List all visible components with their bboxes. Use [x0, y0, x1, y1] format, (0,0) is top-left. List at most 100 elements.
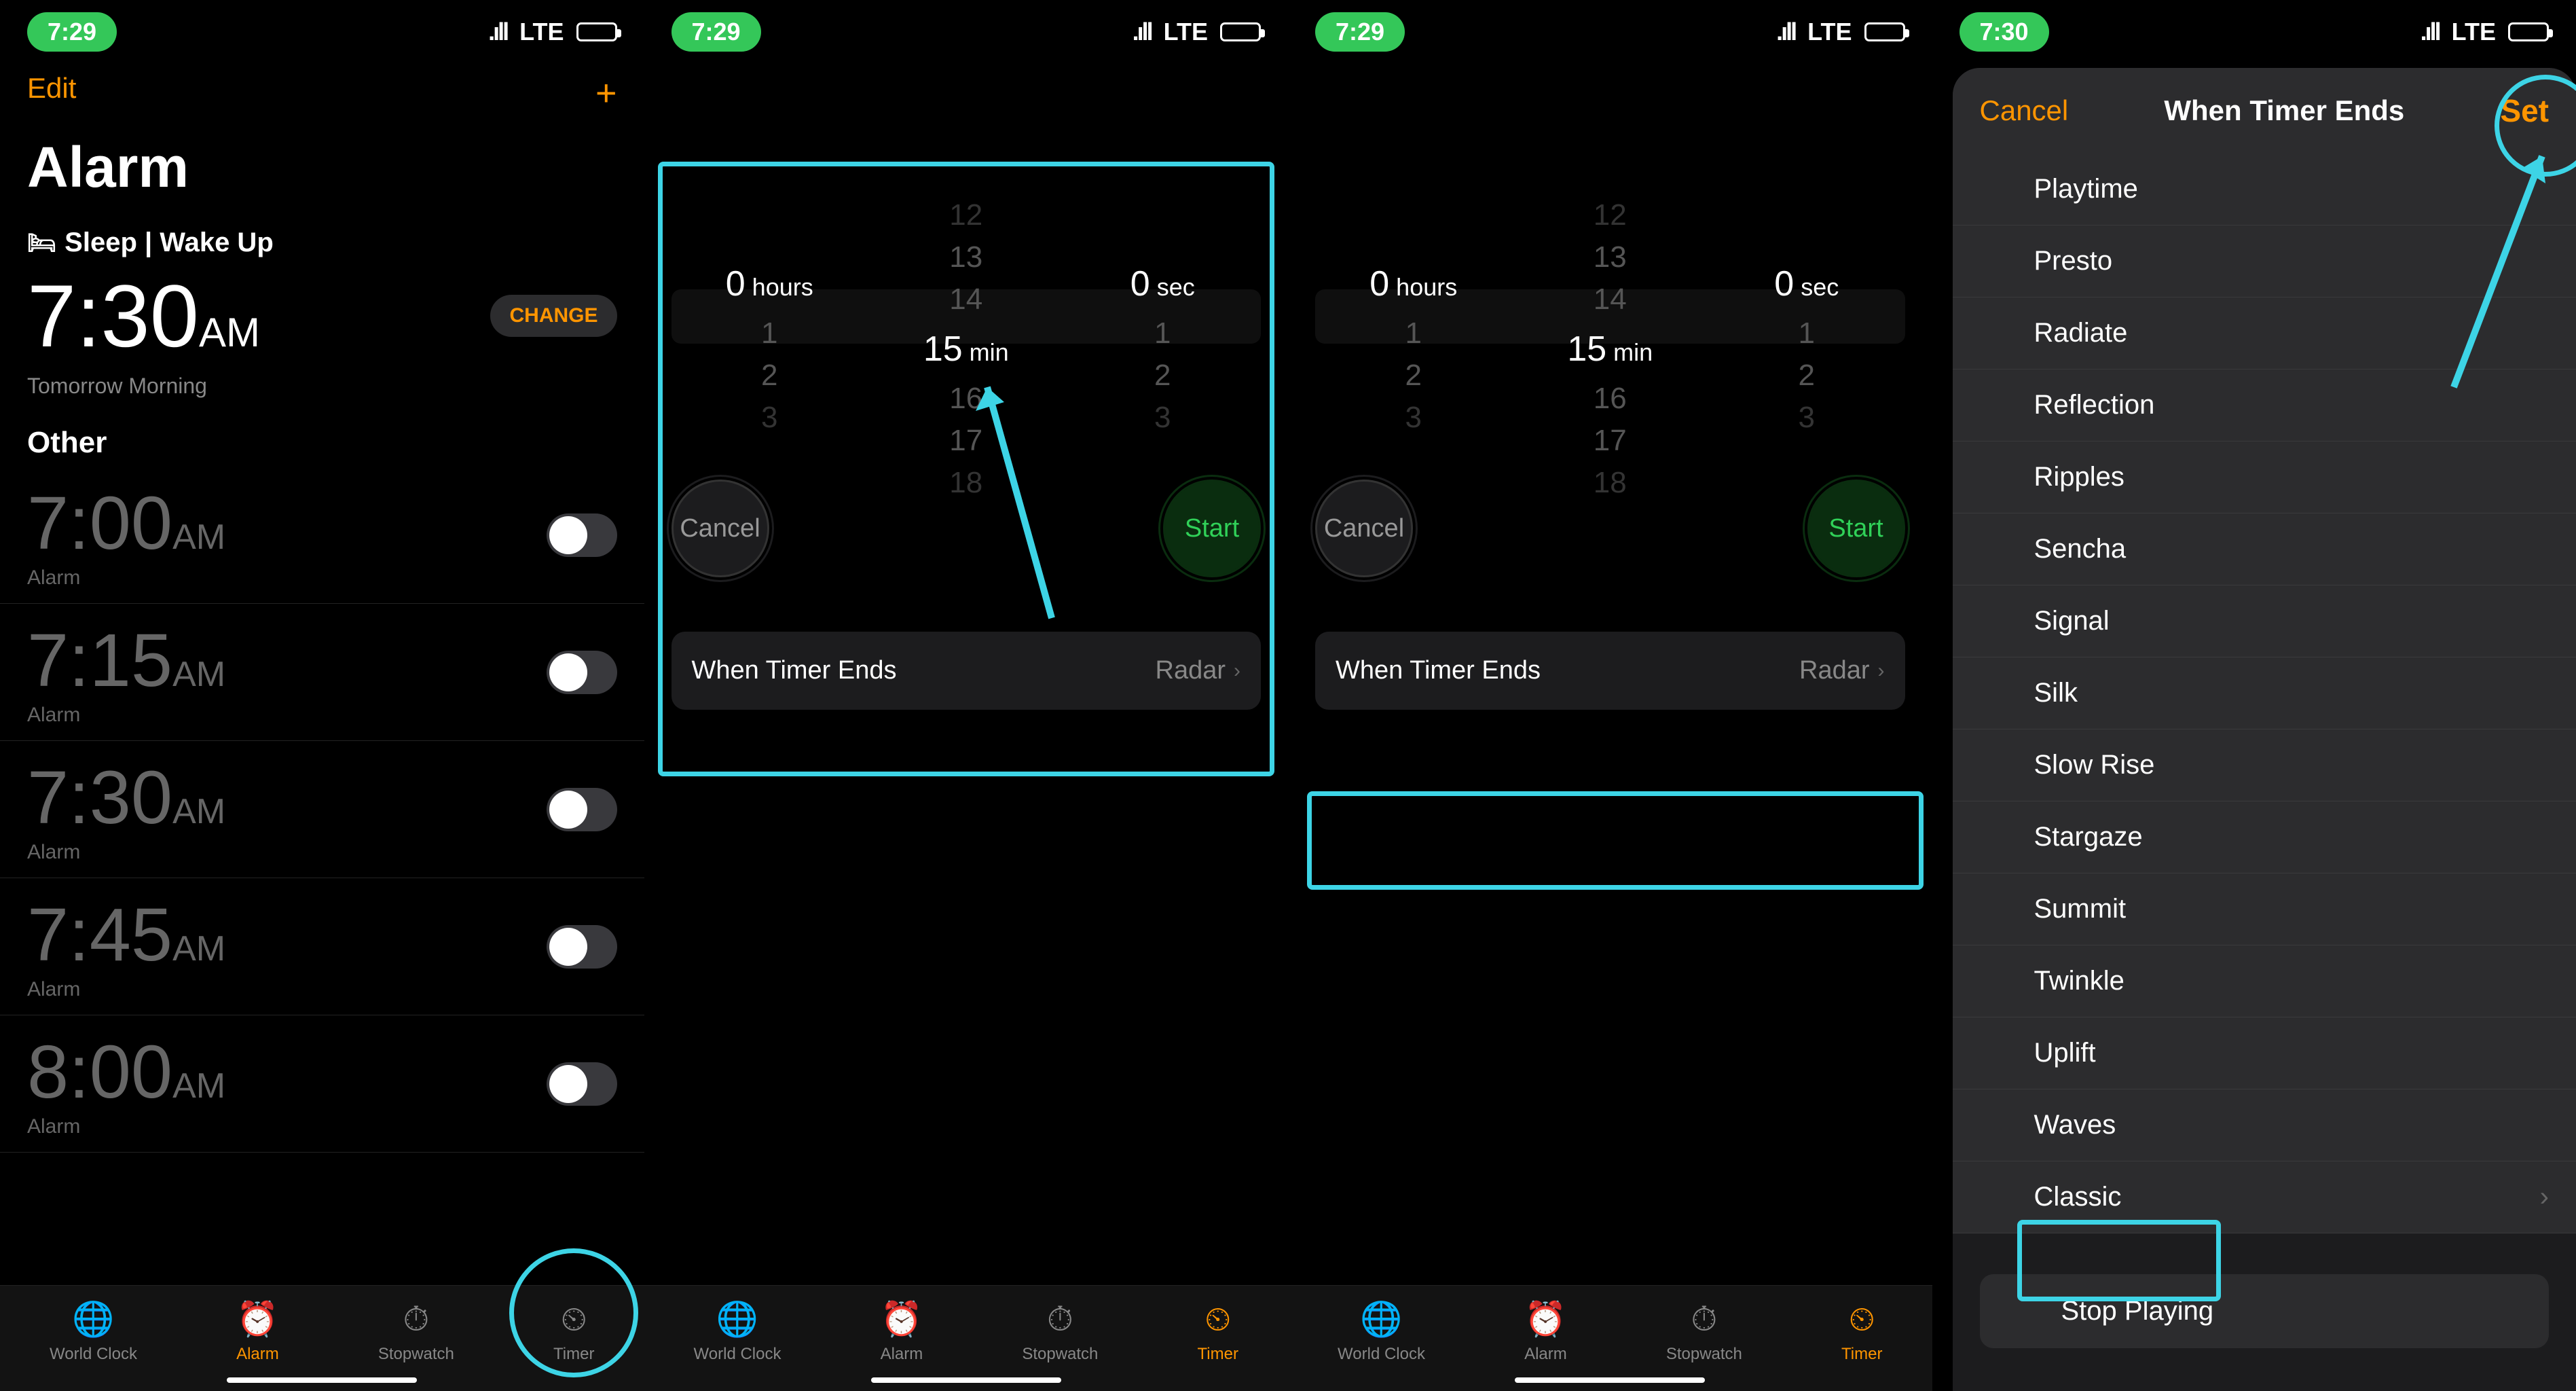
status-time-pill: 7:29 — [1315, 12, 1405, 52]
chevron-right-icon: › — [1878, 660, 1885, 683]
network-label: LTE — [1807, 18, 1852, 46]
picker-minutes-col[interactable]: 12 13 14 15min 16 17 18 — [1513, 194, 1708, 439]
sound-item[interactable]: Uplift — [1953, 1017, 2576, 1089]
timer-picker[interactable]: 0hours 1 2 3 12 13 14 15min 16 17 18 0se… — [644, 58, 1289, 577]
tab-bar: 🌐World Clock ⏰Alarm ⏱Stopwatch ⏲Timer — [1288, 1285, 1932, 1391]
tab-world-clock[interactable]: 🌐World Clock — [50, 1299, 137, 1364]
screen-alarm: 7:29 .ıll LTE Edit + Alarm 🛏 Sleep | Wak… — [0, 0, 644, 1391]
page-title: Alarm — [0, 128, 644, 214]
bed-icon: 🛏 — [27, 230, 56, 257]
sound-item[interactable]: Summit — [1953, 873, 2576, 945]
start-button[interactable]: Start — [1163, 480, 1261, 577]
wake-ampm: AM — [199, 309, 260, 356]
sound-item[interactable]: Presto — [1953, 225, 2576, 297]
sleep-section-header: 🛏 Sleep | Wake Up — [0, 214, 644, 265]
signal-icon: .ıll — [1133, 18, 1152, 46]
picker-hours-col[interactable]: 0hours 1 2 3 — [1316, 194, 1511, 439]
wake-subtitle: Tomorrow Morning — [0, 374, 644, 399]
sound-item[interactable]: Ripples — [1953, 441, 2576, 513]
when-timer-ends-row[interactable]: When Timer Ends Radar› — [1315, 632, 1905, 710]
timer-picker[interactable]: 0hours 1 2 3 12 13 14 15min 16 17 18 0se… — [1288, 58, 1932, 577]
when-ends-label: When Timer Ends — [1336, 656, 1541, 685]
sound-item[interactable]: Sencha — [1953, 513, 2576, 585]
tab-world-clock[interactable]: 🌐World Clock — [694, 1299, 781, 1364]
globe-icon: 🌐 — [72, 1299, 114, 1339]
alarm-row[interactable]: 7:30AM Alarm — [0, 741, 644, 878]
sound-item[interactable]: Radiate — [1953, 297, 2576, 369]
sound-item[interactable]: Waves — [1953, 1089, 2576, 1161]
alarm-toggle[interactable] — [547, 513, 617, 557]
timer-icon: ⏲ — [561, 1299, 587, 1339]
home-indicator[interactable] — [227, 1377, 417, 1383]
sound-item[interactable]: Slow Rise — [1953, 729, 2576, 801]
tab-world-clock[interactable]: 🌐World Clock — [1338, 1299, 1425, 1364]
network-label: LTE — [1164, 18, 1208, 46]
chevron-right-icon: › — [1234, 660, 1240, 683]
add-alarm-button[interactable]: + — [595, 72, 617, 114]
tab-bar: 🌐World Clock ⏰Alarm ⏱Stopwatch ⏲Timer — [0, 1285, 644, 1391]
cancel-button[interactable]: Cancel — [1315, 480, 1413, 577]
when-ends-modal: Cancel When Timer Ends Set PlaytimePrest… — [1953, 68, 2576, 1391]
tab-stopwatch[interactable]: ⏱Stopwatch — [1022, 1299, 1098, 1364]
wake-time: 7:30 — [27, 265, 199, 367]
edit-button[interactable]: Edit — [27, 72, 76, 114]
stop-playing-row[interactable]: Stop Playing — [1980, 1274, 2550, 1348]
home-indicator[interactable] — [1515, 1377, 1705, 1383]
modal-set-button[interactable]: Set — [2500, 92, 2549, 129]
tab-timer[interactable]: ⏲Timer — [1841, 1299, 1882, 1364]
tab-bar: 🌐World Clock ⏰Alarm ⏱Stopwatch ⏲Timer — [644, 1285, 1289, 1391]
tab-alarm[interactable]: ⏰Alarm — [881, 1299, 923, 1364]
sound-list[interactable]: PlaytimePrestoRadiateReflectionRipplesSe… — [1953, 153, 2576, 1233]
screen-when-timer-ends: 7:30 .ıll LTE Cancel When Timer Ends Set… — [1932, 0, 2576, 1391]
sound-item[interactable]: Twinkle — [1953, 945, 2576, 1017]
alarm-toggle[interactable] — [547, 925, 617, 969]
start-button[interactable]: Start — [1807, 480, 1905, 577]
tab-stopwatch[interactable]: ⏱Stopwatch — [1666, 1299, 1742, 1364]
network-label: LTE — [519, 18, 564, 46]
screen-timer-picker-highlight: 7:29 .ıll LTE 0hours 1 2 3 12 13 14 15mi… — [644, 0, 1289, 1391]
alarm-row[interactable]: 7:45AM Alarm — [0, 878, 644, 1015]
tab-timer[interactable]: ⏲Timer — [553, 1299, 594, 1364]
stopwatch-icon: ⏱ — [403, 1299, 429, 1339]
screen-timer-ends-highlight: 7:29 .ıll LTE 0hours 1 2 3 12 13 14 15mi… — [1288, 0, 1932, 1391]
tab-timer[interactable]: ⏲Timer — [1198, 1299, 1238, 1364]
annotation-when-ends-box — [1307, 791, 1924, 890]
battery-icon — [2508, 22, 2549, 41]
status-bar: 7:29 .ıll LTE — [0, 0, 644, 58]
battery-icon — [1220, 22, 1261, 41]
picker-minutes-col[interactable]: 12 13 14 15min 16 17 18 — [868, 194, 1063, 439]
when-timer-ends-row[interactable]: When Timer Ends Radar› — [671, 632, 1262, 710]
alarm-row[interactable]: 7:15AM Alarm — [0, 604, 644, 741]
signal-icon: .ıll — [488, 18, 507, 46]
tab-stopwatch[interactable]: ⏱Stopwatch — [378, 1299, 454, 1364]
sound-item[interactable]: Playtime — [1953, 153, 2576, 225]
when-ends-label: When Timer Ends — [692, 656, 897, 685]
picker-seconds-col[interactable]: 0sec 1 2 3 — [1065, 194, 1260, 439]
alarm-toggle[interactable] — [547, 788, 617, 831]
tab-alarm[interactable]: ⏰Alarm — [236, 1299, 279, 1364]
cancel-button[interactable]: Cancel — [671, 480, 769, 577]
alarm-row[interactable]: 8:00AM Alarm — [0, 1015, 644, 1153]
status-time-pill: 7:29 — [671, 12, 761, 52]
status-time-pill: 7:29 — [27, 12, 117, 52]
tab-alarm[interactable]: ⏰Alarm — [1524, 1299, 1567, 1364]
picker-hours-col[interactable]: 0hours 1 2 3 — [672, 194, 867, 439]
change-button[interactable]: CHANGE — [490, 295, 617, 337]
sound-item[interactable]: Silk — [1953, 657, 2576, 729]
alarm-toggle[interactable] — [547, 651, 617, 694]
alarm-row[interactable]: 7:00AM Alarm — [0, 467, 644, 604]
home-indicator[interactable] — [871, 1377, 1061, 1383]
status-bar: 7:29 .ıll LTE — [644, 0, 1289, 58]
sound-item[interactable]: Reflection — [1953, 369, 2576, 441]
modal-cancel-button[interactable]: Cancel — [1980, 94, 2069, 127]
sound-item[interactable]: Signal — [1953, 585, 2576, 657]
signal-icon: .ıll — [2421, 18, 2440, 46]
sound-item[interactable]: Classic — [1953, 1161, 2576, 1233]
battery-icon — [1864, 22, 1905, 41]
picker-seconds-col[interactable]: 0sec 1 2 3 — [1709, 194, 1904, 439]
nav-row: Edit + — [0, 58, 644, 128]
battery-icon — [576, 22, 617, 41]
sound-item[interactable]: Stargaze — [1953, 801, 2576, 873]
alarm-toggle[interactable] — [547, 1062, 617, 1106]
other-section-header: Other — [0, 399, 644, 467]
